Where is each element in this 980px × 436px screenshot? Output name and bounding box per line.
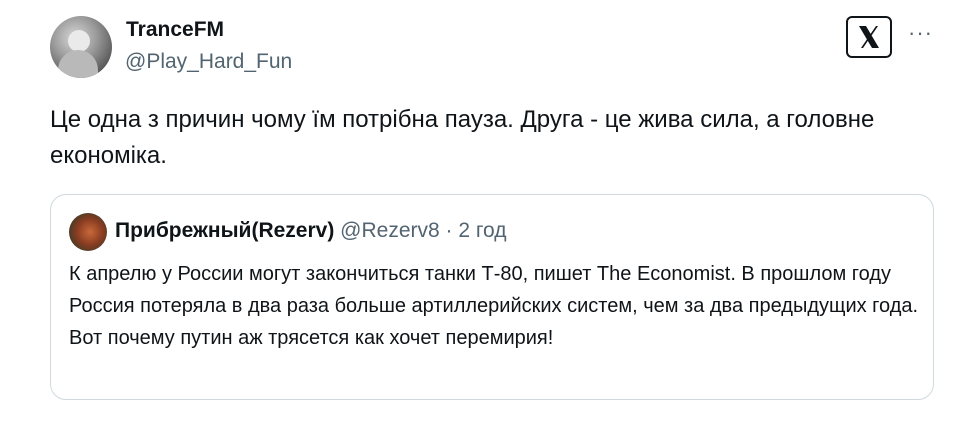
- tweet-text: Це одна з причин чому їм потрібна пауза.…: [50, 106, 875, 169]
- quoted-avatar[interactable]: [69, 213, 107, 251]
- author-handle[interactable]: @Play_Hard_Fun: [125, 50, 292, 74]
- more-options-icon[interactable]: ···: [908, 22, 933, 44]
- quoted-tweet[interactable]: Прибрежный(Rezerv) @Rezerv8 · 2 год К ап…: [50, 194, 934, 400]
- x-logo-icon[interactable]: [846, 16, 892, 58]
- author-name[interactable]: TranceFM: [126, 18, 224, 42]
- quoted-author-name[interactable]: Прибрежный(Rezerv): [115, 219, 334, 242]
- quoted-separator: ·: [439, 219, 459, 242]
- avatar-body-shape: [58, 50, 98, 78]
- quoted-time[interactable]: 2 год: [458, 219, 506, 242]
- x-logo-glyph: [859, 26, 879, 48]
- avatar-head-shape: [68, 30, 90, 52]
- quoted-author-handle[interactable]: @Rezerv8: [340, 219, 440, 242]
- quoted-header: Прибрежный(Rezerv) @Rezerv8 · 2 год: [115, 219, 507, 243]
- avatar[interactable]: [50, 16, 112, 78]
- quoted-text: К апрелю у России могут закончиться танк…: [69, 263, 919, 349]
